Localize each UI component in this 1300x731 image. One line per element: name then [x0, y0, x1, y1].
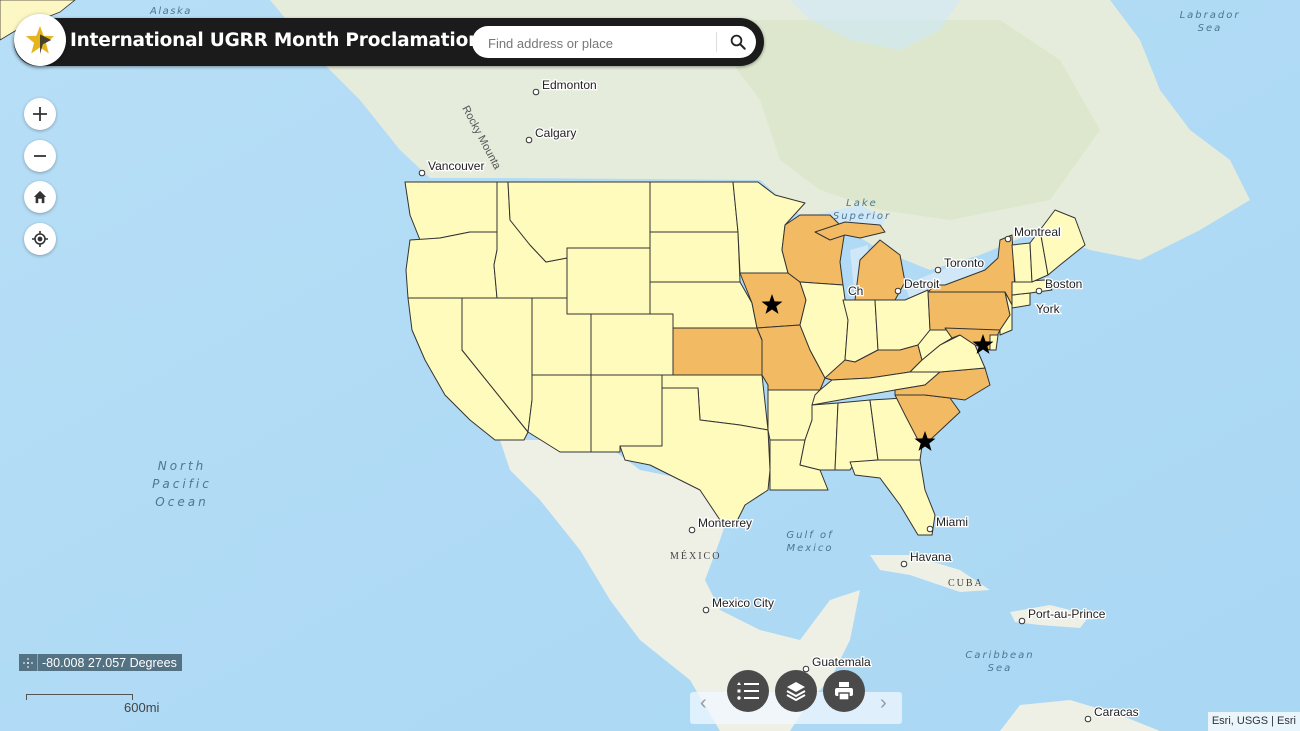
- state-north-dakota[interactable]: [649, 181, 739, 233]
- city-dot: [702, 606, 710, 614]
- label-new-york: York: [1036, 302, 1061, 316]
- app-title: International UGRR Month Proclamations: [70, 30, 492, 51]
- coordinate-text: -80.008 27.057 Degrees: [42, 655, 177, 670]
- label-alaska: Alaska: [149, 6, 192, 17]
- coordinate-readout: -80.008 27.057 Degrees: [19, 654, 182, 671]
- home-button[interactable]: [24, 181, 56, 213]
- city-dot: [1035, 287, 1043, 295]
- city-dot: [900, 560, 908, 568]
- scale-bar: [26, 694, 133, 700]
- state-pennsylvania[interactable]: [927, 291, 1011, 331]
- zoom-in-button[interactable]: [24, 98, 56, 130]
- zoom-out-button[interactable]: [24, 140, 56, 172]
- label-havana: Havana: [910, 550, 952, 564]
- app-logo[interactable]: [14, 14, 66, 66]
- state-colorado[interactable]: [590, 313, 674, 376]
- state-new-mexico[interactable]: [590, 374, 663, 453]
- label-caracas: Caracas: [1094, 705, 1139, 719]
- city-dot: [525, 136, 533, 144]
- label-monterrey: Monterrey: [698, 516, 752, 530]
- label-chicago: Ch: [848, 284, 863, 298]
- star-icon: [25, 25, 55, 55]
- city-dot: [532, 88, 540, 96]
- state-kansas[interactable]: [672, 327, 763, 376]
- crosshair-icon[interactable]: [19, 654, 38, 671]
- state-oregon[interactable]: [405, 231, 498, 299]
- state-wyoming[interactable]: [566, 247, 651, 315]
- city-dot: [926, 525, 934, 533]
- locate-icon: [32, 231, 48, 247]
- label-cuba: CUBA: [948, 578, 984, 589]
- city-dot: [1084, 715, 1092, 723]
- city-dot: [688, 526, 696, 534]
- label-toronto: Toronto: [944, 256, 984, 270]
- map-canvas[interactable]: AlaskaEdmontonCalgaryVancouverRocky Moun…: [0, 0, 1300, 731]
- label-m-xico: MÉXICO: [670, 550, 721, 562]
- label-miami: Miami: [936, 515, 968, 529]
- label-mexico-city: Mexico City: [712, 596, 774, 610]
- city-dot: [418, 169, 426, 177]
- search-divider: [716, 32, 717, 52]
- state-washington[interactable]: [404, 181, 498, 241]
- plus-icon: [33, 107, 47, 121]
- print-icon: [835, 682, 853, 701]
- legend-button[interactable]: [727, 670, 769, 712]
- label-guatemala: Guatemala: [812, 655, 871, 669]
- city-dot: [1004, 235, 1012, 243]
- list-icon: [737, 682, 759, 700]
- minus-icon: [34, 155, 46, 157]
- print-button[interactable]: [823, 670, 865, 712]
- search-input[interactable]: [486, 26, 710, 60]
- label-montreal: Montreal: [1014, 225, 1061, 239]
- search-box: [472, 26, 756, 60]
- label-vancouver: Vancouver: [428, 159, 484, 173]
- state-south-dakota[interactable]: [649, 231, 741, 283]
- city-dot: [1018, 617, 1026, 625]
- label-calgary: Calgary: [535, 126, 576, 140]
- layers-button[interactable]: [775, 670, 817, 712]
- toolbar-next-arrow[interactable]: ›: [880, 692, 887, 715]
- label-north-pacific-ocean: North Pacific Ocean: [152, 459, 212, 509]
- locate-button[interactable]: [24, 223, 56, 255]
- label-boston: Boston: [1045, 277, 1082, 291]
- state-vermont[interactable]: [1011, 242, 1033, 283]
- state-connecticut[interactable]: [1011, 292, 1031, 309]
- scale-label: 600mi: [124, 700, 160, 715]
- label-detroit: Detroit: [904, 277, 940, 291]
- home-icon: [33, 190, 47, 204]
- layers-icon: [786, 682, 806, 702]
- label-port-au-prince: Port-au-Prince: [1028, 607, 1106, 621]
- search-icon: [730, 34, 746, 50]
- search-button[interactable]: [722, 26, 754, 58]
- city-dot: [934, 266, 942, 274]
- city-dot: [894, 287, 902, 295]
- map-attribution[interactable]: Esri, USGS | Esri: [1207, 712, 1300, 731]
- label-edmonton: Edmonton: [542, 78, 597, 92]
- toolbar-prev-arrow[interactable]: ‹: [700, 692, 707, 715]
